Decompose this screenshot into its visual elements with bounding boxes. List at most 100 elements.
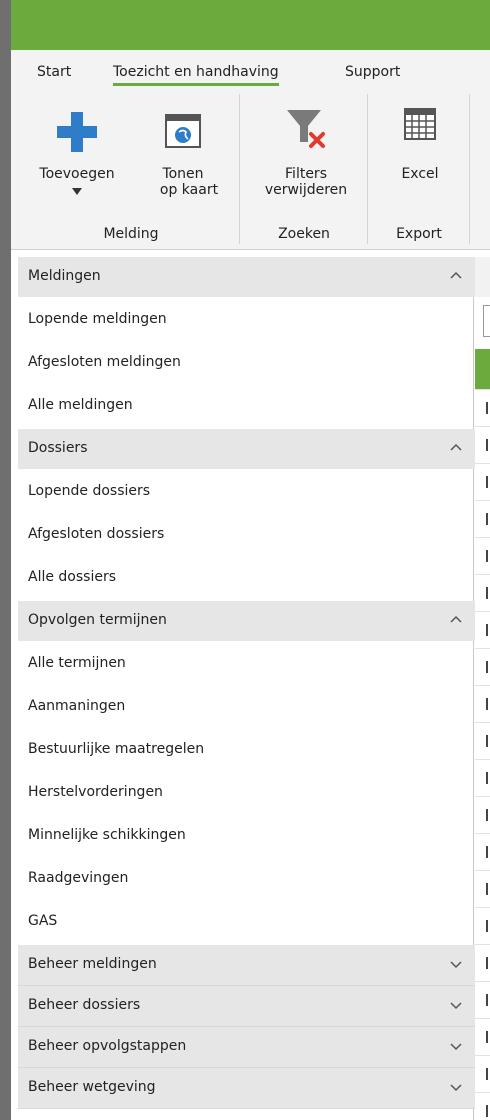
grid-selected-row[interactable] [475, 349, 490, 389]
clipped-results-grid [475, 257, 490, 1120]
grid-cell-fragment[interactable] [486, 439, 488, 451]
grid-cell-fragment[interactable] [486, 1105, 488, 1117]
grid-row-separator [475, 1055, 490, 1056]
chevron-up-icon [450, 271, 462, 279]
grid-row-separator [475, 907, 490, 908]
ribbon-panel: Toevoegen Tonen op kaart Filters verwijd… [11, 92, 490, 250]
chevron-down-icon [450, 1084, 462, 1092]
toevoegen-button[interactable]: Toevoegen [31, 102, 123, 212]
nav-item-gas[interactable]: GAS [28, 913, 57, 929]
tonen-label-2: op kaart [159, 182, 219, 198]
grid-row-separator [475, 1092, 490, 1093]
grid-row-separator [475, 611, 490, 612]
section-title: Beheer dossiers [28, 997, 141, 1013]
section-title: Beheer opvolgstappen [28, 1038, 187, 1054]
grid-row-separator [475, 796, 490, 797]
excel-label: Excel [401, 166, 439, 182]
window-left-edge [0, 0, 11, 1120]
nav-item-lopende-dossiers[interactable]: Lopende dossiers [28, 483, 150, 499]
grid-row-separator [475, 574, 490, 575]
globe-window-icon [165, 114, 201, 148]
grid-row-separator [475, 722, 490, 723]
grid-cell-fragment[interactable] [486, 920, 488, 932]
grid-row-separator [475, 537, 490, 538]
grid-row-separator [475, 500, 490, 501]
nav-item-raadgevingen[interactable]: Raadgevingen [28, 870, 128, 886]
grid-icon [404, 108, 436, 140]
tab-start[interactable]: Start [37, 64, 71, 80]
tab-toezicht-en-handhaving[interactable]: Toezicht en handhaving [113, 64, 279, 86]
nav-item-alle-termijnen[interactable]: Alle termijnen [28, 655, 126, 671]
nav-item-herstelvorderingen[interactable]: Herstelvorderingen [28, 784, 163, 800]
chevron-up-icon [450, 615, 462, 623]
section-header-opvolgen-termijnen[interactable]: Opvolgen termijnen [18, 601, 475, 641]
grid-cell-fragment[interactable] [486, 883, 488, 895]
navigation-panel: Meldingen Lopende meldingen Afgesloten m… [11, 257, 475, 1120]
grid-row-separator [475, 1018, 490, 1019]
grid-cell-fragment[interactable] [486, 513, 488, 525]
section-title: Meldingen [28, 268, 101, 284]
grid-row-separator [475, 685, 490, 686]
grid-cell-fragment[interactable] [486, 809, 488, 821]
grid-row-separator [475, 944, 490, 945]
dropdown-arrow-icon [72, 188, 82, 195]
plus-icon [57, 112, 97, 152]
nav-item-afgesloten-dossiers[interactable]: Afgesloten dossiers [28, 526, 164, 542]
chevron-down-icon [450, 961, 462, 969]
grid-cell-fragment[interactable] [486, 698, 488, 710]
section-header-meldingen[interactable]: Meldingen [18, 257, 475, 297]
section-header-beheer-meldingen[interactable]: Beheer meldingen [18, 945, 475, 986]
chevron-down-icon [450, 1002, 462, 1010]
grid-cell-fragment[interactable] [486, 661, 488, 673]
filters-verwijderen-button[interactable]: Filters verwijderen [251, 102, 361, 212]
nav-item-aanmaningen[interactable]: Aanmaningen [28, 698, 125, 714]
grid-cell-fragment[interactable] [486, 624, 488, 636]
grid-cell-fragment[interactable] [486, 846, 488, 858]
nav-item-alle-dossiers[interactable]: Alle dossiers [28, 569, 116, 585]
excel-button[interactable]: Excel [377, 102, 463, 212]
section-header-dossiers[interactable]: Dossiers [18, 429, 475, 469]
grid-row-separator [475, 870, 490, 871]
grid-cell-fragment[interactable] [486, 957, 488, 969]
grid-row-separator [475, 389, 490, 390]
chevron-up-icon [450, 443, 462, 451]
grid-cell-fragment[interactable] [486, 587, 488, 599]
funnel-remove-icon [287, 110, 325, 148]
chevron-down-icon [450, 1043, 462, 1051]
grid-row-separator [475, 981, 490, 982]
ribbon-tab-bar: Start Toezicht en handhaving Support [11, 50, 490, 92]
grid-cell-fragment[interactable] [486, 550, 488, 562]
filters-label-1: Filters [285, 166, 327, 182]
grid-cell-fragment[interactable] [486, 735, 488, 747]
group-separator [469, 94, 470, 244]
grid-cell-fragment[interactable] [486, 1031, 488, 1043]
grid-cell-fragment[interactable] [486, 476, 488, 488]
group-separator [239, 94, 240, 244]
filters-label-2: verwijderen [264, 182, 348, 198]
tab-support[interactable]: Support [345, 64, 400, 80]
section-header-beheer-opvolgstappen[interactable]: Beheer opvolgstappen [18, 1027, 475, 1068]
section-header-beheer-wetgeving[interactable]: Beheer wetgeving [18, 1068, 475, 1109]
group-separator [367, 94, 368, 244]
section-title: Beheer meldingen [28, 956, 157, 972]
grid-cell-fragment[interactable] [486, 772, 488, 784]
section-title: Opvolgen termijnen [28, 612, 167, 628]
group-label-melding: Melding [103, 226, 159, 242]
grid-cell-fragment[interactable] [486, 402, 488, 414]
grid-header-strip [475, 257, 490, 297]
grid-row-separator [475, 426, 490, 427]
group-label-export: Export [396, 226, 442, 242]
tonen-op-kaart-button[interactable]: Tonen op kaart [137, 102, 229, 212]
nav-item-lopende-meldingen[interactable]: Lopende meldingen [28, 311, 167, 327]
title-bar [11, 0, 490, 50]
nav-item-alle-meldingen[interactable]: Alle meldingen [28, 397, 133, 413]
grid-filter-input[interactable] [483, 305, 490, 337]
section-title: Beheer wetgeving [28, 1079, 156, 1095]
nav-item-minnelijke-schikkingen[interactable]: Minnelijke schikkingen [28, 827, 186, 843]
grid-cell-fragment[interactable] [486, 994, 488, 1006]
toevoegen-label: Toevoegen [39, 166, 115, 182]
grid-cell-fragment[interactable] [486, 1068, 488, 1080]
nav-item-bestuurlijke-maatregelen[interactable]: Bestuurlijke maatregelen [28, 741, 204, 757]
nav-item-afgesloten-meldingen[interactable]: Afgesloten meldingen [28, 354, 181, 370]
section-header-beheer-dossiers[interactable]: Beheer dossiers [18, 986, 475, 1027]
